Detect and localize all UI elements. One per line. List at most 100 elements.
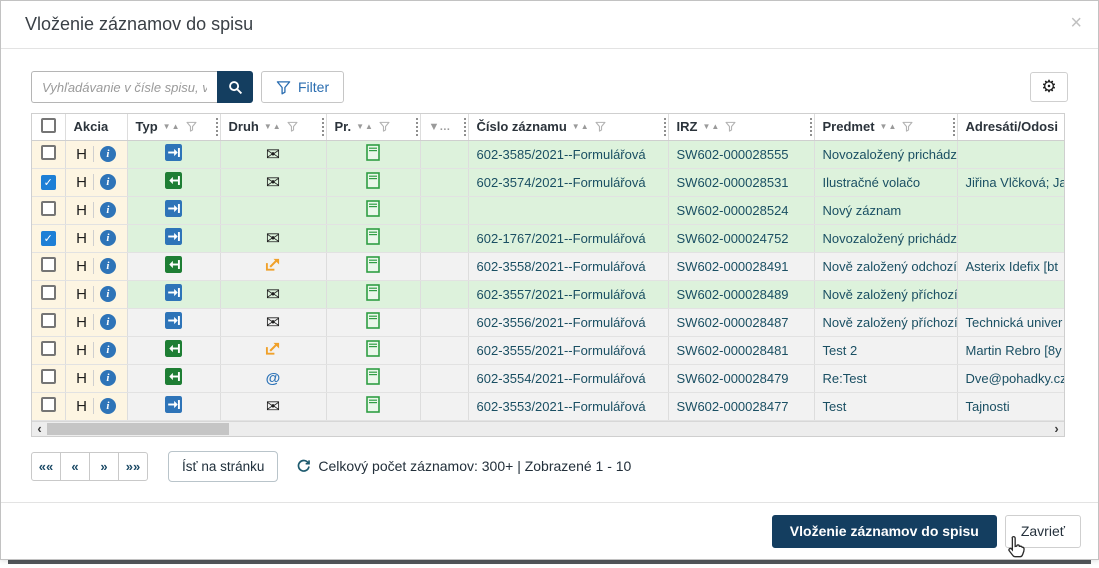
col-header-irz[interactable]: IRZ▼▲ (668, 114, 814, 140)
close-icon[interactable]: × (1070, 13, 1082, 33)
col-header-predmet[interactable]: Predmet▼▲ (814, 114, 957, 140)
row-checkbox[interactable] (41, 341, 56, 356)
table-row[interactable]: Hi SW602-000028524 Nový záznam (32, 196, 1064, 224)
column-resize-handle[interactable] (953, 118, 956, 136)
sort-icons[interactable]: ▼▲ (702, 122, 720, 131)
search-button[interactable] (217, 71, 253, 103)
column-resize-handle[interactable] (322, 118, 325, 136)
table-row[interactable]: Hi ✉ 602-3585/2021--Formulářová SW602-00… (32, 140, 1064, 168)
record-number-cell: 602-3556/2021--Formulářová (468, 308, 668, 336)
info-icon[interactable]: i (100, 174, 116, 190)
sort-icons[interactable]: ▼▲ (572, 122, 590, 131)
select-cell[interactable] (32, 392, 65, 420)
select-cell[interactable]: ✓ (32, 168, 65, 196)
table-row[interactable]: ✓ Hi ✉ 602-3574/2021--Formulářová SW602-… (32, 168, 1064, 196)
sort-icons[interactable]: ▼▲ (356, 122, 374, 131)
history-action-link[interactable]: H (76, 342, 87, 359)
column-resize-handle[interactable] (810, 118, 813, 136)
history-action-link[interactable]: H (76, 398, 87, 415)
column-filter-icon[interactable] (379, 121, 390, 132)
table-row[interactable]: Hi ✉ 602-3553/2021--Formulářová SW602-00… (32, 392, 1064, 420)
history-action-link[interactable]: H (76, 146, 87, 163)
row-checkbox[interactable] (41, 201, 56, 216)
column-filter-icon[interactable] (725, 121, 736, 132)
sort-icons[interactable]: ▼▲ (163, 122, 181, 131)
info-icon[interactable]: i (100, 258, 116, 274)
row-checkbox[interactable] (41, 145, 56, 160)
select-cell[interactable]: ✓ (32, 224, 65, 252)
close-button[interactable]: Zavrieť (1005, 515, 1081, 548)
history-action-link[interactable]: H (76, 314, 87, 331)
table-row[interactable]: Hi ✉ 602-3557/2021--Formulářová SW602-00… (32, 280, 1064, 308)
history-action-link[interactable]: H (76, 230, 87, 247)
column-filter-icon[interactable] (595, 121, 606, 132)
column-resize-handle[interactable] (416, 118, 419, 136)
first-page-button[interactable]: «« (31, 452, 61, 481)
previous-page-button[interactable]: « (60, 452, 90, 481)
column-filter-icon[interactable] (902, 121, 913, 132)
row-checkbox[interactable]: ✓ (41, 175, 56, 190)
scrollbar-thumb[interactable] (47, 423, 229, 435)
history-action-link[interactable]: H (76, 174, 87, 191)
info-icon[interactable]: i (100, 370, 116, 386)
scroll-left-icon[interactable]: ‹ (32, 422, 47, 436)
history-action-link[interactable]: H (76, 286, 87, 303)
adresati-cell: Dve@pohadky.cz (957, 364, 1064, 392)
info-icon[interactable]: i (100, 286, 116, 302)
select-cell[interactable] (32, 196, 65, 224)
horizontal-scrollbar[interactable]: ‹ › (32, 421, 1064, 436)
history-action-link[interactable]: H (76, 258, 87, 275)
column-filter-icon[interactable] (186, 121, 197, 132)
incoming-record-icon (165, 228, 182, 245)
history-action-link[interactable]: H (76, 202, 87, 219)
info-icon[interactable]: i (100, 202, 116, 218)
row-checkbox[interactable] (41, 285, 56, 300)
settings-button[interactable]: ⚙ (1030, 72, 1068, 102)
row-checkbox[interactable] (41, 313, 56, 328)
row-checkbox[interactable]: ✓ (41, 231, 56, 246)
scroll-right-icon[interactable]: › (1049, 422, 1064, 436)
table-row[interactable]: Hi @ 602-3554/2021--Formulářová SW602-00… (32, 364, 1064, 392)
row-checkbox[interactable] (41, 369, 56, 384)
more-cell (420, 364, 468, 392)
search-input[interactable] (31, 71, 217, 103)
column-filter-icon[interactable] (287, 121, 298, 132)
column-resize-handle[interactable] (664, 118, 667, 136)
record-number-cell: 602-3555/2021--Formulářová (468, 336, 668, 364)
select-cell[interactable] (32, 280, 65, 308)
history-action-link[interactable]: H (76, 370, 87, 387)
info-icon[interactable]: i (100, 398, 116, 414)
info-icon[interactable]: i (100, 314, 116, 330)
column-resize-handle[interactable] (464, 118, 467, 136)
select-cell[interactable] (32, 252, 65, 280)
info-icon[interactable]: i (100, 342, 116, 358)
goto-page-button[interactable]: Ísť na stránku (168, 451, 278, 482)
info-icon[interactable]: i (100, 146, 116, 162)
col-header-typ[interactable]: Typ▼▲ (127, 114, 220, 140)
row-checkbox[interactable] (41, 397, 56, 412)
select-cell[interactable] (32, 140, 65, 168)
next-page-button[interactable]: » (89, 452, 119, 481)
modal-header: Vloženie záznamov do spisu (1, 1, 1098, 49)
last-page-button[interactable]: »» (118, 452, 148, 481)
table-row[interactable]: Hi ✉ 602-3556/2021--Formulářová SW602-00… (32, 308, 1064, 336)
table-row[interactable]: Hi 602-3558/2021--Formulářová SW602-0000… (32, 252, 1064, 280)
col-header-pr[interactable]: Pr.▼▲ (326, 114, 420, 140)
select-cell[interactable] (32, 364, 65, 392)
insert-records-button[interactable]: Vloženie záznamov do spisu (772, 515, 997, 548)
table-row[interactable]: ✓ Hi ✉ 602-1767/2021--Formulářová SW602-… (32, 224, 1064, 252)
info-icon[interactable]: i (100, 230, 116, 246)
column-resize-handle[interactable] (216, 118, 219, 136)
select-cell[interactable] (32, 308, 65, 336)
select-all-checkbox[interactable] (41, 118, 56, 133)
col-header-druh[interactable]: Druh▼▲ (220, 114, 326, 140)
row-checkbox[interactable] (41, 257, 56, 272)
envelope-icon: ✉ (266, 173, 280, 192)
sort-icons[interactable]: ▼▲ (264, 122, 282, 131)
select-cell[interactable] (32, 336, 65, 364)
col-header-cislo[interactable]: Číslo záznamu▼▲ (468, 114, 668, 140)
table-row[interactable]: Hi 602-3555/2021--Formulářová SW602-0000… (32, 336, 1064, 364)
refresh-icon[interactable] (296, 459, 311, 474)
sort-icons[interactable]: ▼▲ (880, 122, 898, 131)
filter-button[interactable]: Filter (261, 71, 344, 103)
